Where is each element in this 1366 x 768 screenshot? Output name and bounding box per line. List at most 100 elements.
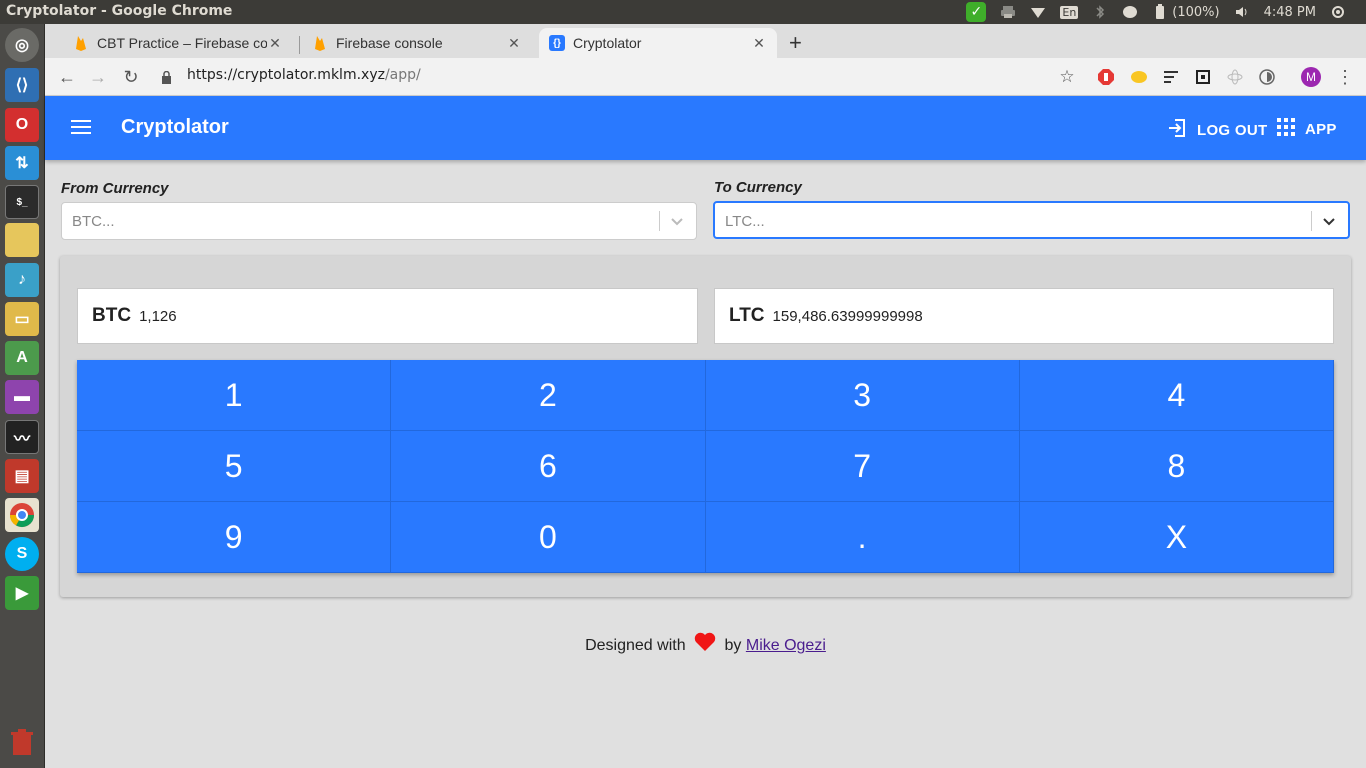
app-title: Cryptolator: [121, 116, 229, 138]
browser-tab-strip: CBT Practice – Firebase co ✕ Firebase co…: [45, 24, 1366, 58]
logout-icon: [1167, 118, 1187, 142]
heart-icon: [694, 632, 716, 657]
reload-icon[interactable]: ↻: [119, 65, 143, 89]
tab-title: Cryptolator: [573, 35, 642, 51]
archive-app-icon[interactable]: ▤: [5, 459, 39, 493]
network-tool-icon[interactable]: ⇅: [5, 146, 39, 180]
from-amount-display: BTC 1,126: [77, 288, 698, 344]
trash-icon[interactable]: [5, 726, 39, 760]
tape-app-icon[interactable]: ▭: [5, 302, 39, 336]
logout-label: LOG OUT: [1197, 121, 1268, 139]
tab-separator: [299, 36, 300, 54]
key-8[interactable]: 8: [1019, 431, 1334, 502]
power-gear-icon[interactable]: [1330, 4, 1346, 20]
update-check-icon[interactable]: ✓: [966, 2, 987, 22]
from-currency-label: From Currency: [61, 180, 169, 197]
to-currency-select[interactable]: LTC...: [713, 201, 1350, 239]
forward-arrow-icon[interactable]: →: [86, 65, 110, 89]
close-icon[interactable]: ✕: [506, 35, 522, 52]
from-amount: 1,126: [139, 307, 177, 325]
close-icon[interactable]: ✕: [751, 35, 767, 52]
coin-extension-icon[interactable]: [1129, 67, 1149, 87]
react-devtools-icon[interactable]: [1225, 67, 1245, 87]
terminal-icon[interactable]: $_: [5, 185, 39, 219]
lock-icon[interactable]: [159, 65, 173, 89]
chrome-icon[interactable]: [5, 498, 39, 532]
from-currency-value: BTC...: [72, 213, 115, 230]
opera-browser-icon[interactable]: O: [5, 108, 39, 142]
back-arrow-icon[interactable]: ←: [55, 65, 79, 89]
logout-button[interactable]: LOG OUT: [1167, 118, 1267, 142]
key-5[interactable]: 5: [77, 431, 392, 502]
files-folder-icon[interactable]: [5, 223, 39, 257]
hamburger-menu-icon[interactable]: [71, 120, 91, 136]
battery-indicator[interactable]: (100%): [1152, 4, 1220, 20]
to-amount-display: LTC 159,486.63999999998: [714, 288, 1334, 344]
tab-cryptolator[interactable]: {} Cryptolator ✕: [539, 28, 777, 58]
wifi-icon[interactable]: [1030, 4, 1046, 20]
tab-cbt-practice[interactable]: CBT Practice – Firebase co ✕: [63, 28, 293, 58]
url-path: /app/: [384, 67, 421, 83]
reader-extension-icon[interactable]: [1161, 67, 1181, 87]
skype-icon[interactable]: S: [5, 537, 39, 571]
key-1[interactable]: 1: [77, 360, 392, 431]
app-button[interactable]: APP: [1277, 118, 1337, 140]
firebase-flame-icon: [73, 35, 89, 51]
select-divider: [659, 211, 660, 231]
tab-title: CBT Practice – Firebase co: [97, 35, 267, 51]
braces-icon: {}: [549, 35, 565, 51]
key-7[interactable]: 7: [705, 431, 1020, 502]
key-decimal[interactable]: .: [705, 502, 1020, 573]
bookmark-star-icon[interactable]: ☆: [1055, 65, 1079, 89]
printer-icon[interactable]: [1000, 4, 1016, 20]
square-extension-icon[interactable]: [1193, 67, 1213, 87]
sound-app-icon[interactable]: ♪: [5, 263, 39, 297]
browser-toolbar: ← → ↻ https://cryptolator.mklm.xyz/app/ …: [45, 58, 1366, 96]
messaging-icon[interactable]: [1122, 4, 1138, 20]
key-0[interactable]: 0: [391, 502, 706, 573]
tab-title: Firebase console: [336, 35, 443, 51]
chevron-down-icon[interactable]: [1320, 212, 1338, 230]
adblock-extension-icon[interactable]: [1096, 67, 1116, 87]
footer-by: by: [724, 637, 742, 654]
key-2[interactable]: 2: [391, 360, 706, 431]
key-9[interactable]: 9: [77, 502, 392, 573]
os-top-panel: Cryptolator - Google Chrome ✓ En (100%) …: [0, 0, 1366, 24]
battery-percentage: (100%): [1172, 4, 1220, 20]
tab-firebase-console[interactable]: Firebase console ✕: [302, 28, 532, 58]
address-bar[interactable]: https://cryptolator.mklm.xyz/app/: [187, 67, 421, 83]
converter-card: BTC 1,126 LTC 159,486.63999999998 1 2 3 …: [60, 256, 1351, 597]
author-link[interactable]: Mike Ogezi: [746, 637, 826, 654]
bluetooth-icon[interactable]: [1092, 4, 1108, 20]
keypad: 1 2 3 4 5 6 7 8 9 0 . X: [77, 360, 1334, 573]
browser-menu-icon[interactable]: ⋮: [1333, 65, 1357, 89]
key-clear[interactable]: X: [1019, 502, 1334, 573]
new-tab-plus-icon[interactable]: +: [789, 30, 802, 56]
chevron-down-icon[interactable]: [668, 212, 686, 230]
volume-icon[interactable]: [1234, 4, 1250, 20]
app-window-icon[interactable]: ▬: [5, 380, 39, 414]
dark-mode-extension-icon[interactable]: [1257, 67, 1277, 87]
vscode-icon[interactable]: ⟨⟩: [5, 68, 39, 102]
clock[interactable]: 4:48 PM: [1264, 5, 1316, 20]
profile-avatar[interactable]: M: [1301, 67, 1321, 87]
keyboard-layout-indicator[interactable]: En: [1060, 5, 1079, 19]
android-studio-icon[interactable]: A: [5, 341, 39, 375]
battery-icon: [1152, 4, 1168, 20]
to-currency-code: LTC: [729, 305, 765, 326]
from-currency-select[interactable]: BTC...: [61, 202, 697, 240]
footer-prefix: Designed with: [585, 637, 686, 654]
system-monitor-icon[interactable]: 〰: [5, 420, 39, 454]
system-tray: ✓ En (100%) 4:48 PM: [966, 0, 1346, 24]
close-icon[interactable]: ✕: [267, 35, 283, 52]
app-launcher: ◎ ⟨⟩ O ⇅ $_ ♪ ▭ A ▬ 〰 ▤ S ▶: [0, 24, 45, 768]
key-4[interactable]: 4: [1019, 360, 1334, 431]
play-store-icon[interactable]: ▶: [5, 576, 39, 610]
dash-home-icon[interactable]: ◎: [5, 28, 39, 62]
key-3[interactable]: 3: [705, 360, 1020, 431]
window-title: Cryptolator - Google Chrome: [6, 3, 233, 19]
key-6[interactable]: 6: [391, 431, 706, 502]
firebase-flame-icon: [312, 35, 328, 51]
url-host: https://cryptolator.mklm.xyz: [187, 67, 385, 83]
select-divider: [1311, 211, 1312, 231]
